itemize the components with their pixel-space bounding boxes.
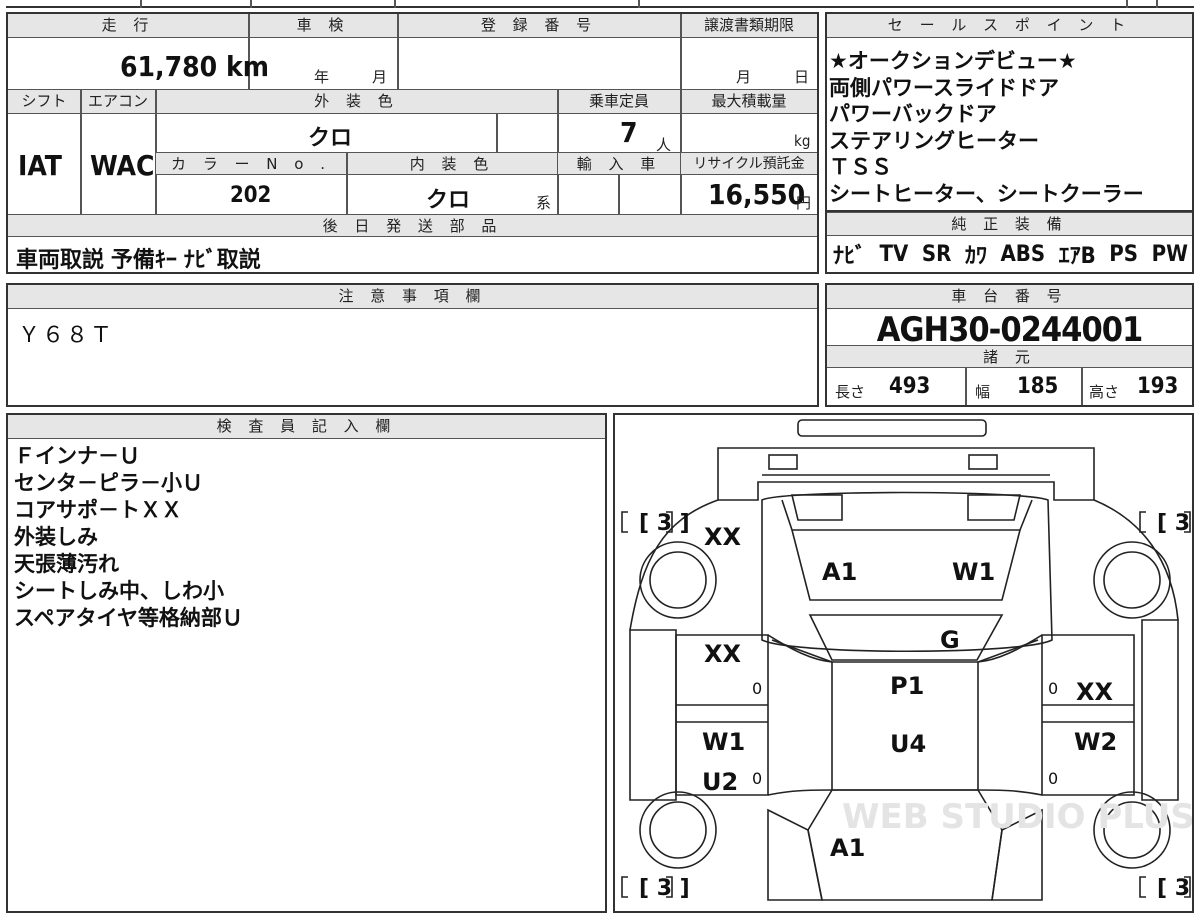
aircon-header: エアコン <box>81 90 155 114</box>
equipment-item: ｴｱB <box>1058 244 1096 269</box>
equipment-item: ﾅﾋﾞ <box>833 244 867 269</box>
max-load-header: 最大積載量 <box>681 90 817 114</box>
transfer-month-unit: 月 <box>736 68 752 86</box>
notes-text: Ｙ６８Ｔ <box>18 323 115 348</box>
registration-header: 登 録 番 号 <box>398 14 680 38</box>
equipment-item: ｶﾜ <box>964 244 987 269</box>
import-header: 輸 入 車 <box>558 153 680 175</box>
inspector-line: コアサポ－トＸＸ <box>14 498 182 522</box>
sales-point-item: 両側パワースライドドア <box>829 75 1059 100</box>
height-label: 高さ <box>1089 383 1120 401</box>
recycle-fee-unit: 円 <box>796 194 812 212</box>
vehicle-diagram-panel: WEB STUDIO PLUS [ 3 ] [ 3 ] [ 3 ] [ 3 ] … <box>613 413 1194 913</box>
vehicle-damage-diagram: WEB STUDIO PLUS [ 3 ] [ 3 ] [ 3 ] [ 3 ] … <box>621 419 1192 901</box>
equipment-list: ﾅﾋﾞ TV SR ｶﾜ ABS ｴｱB PS PW <box>833 239 1188 270</box>
inspector-lines: Ｆインナ－Ｕ センタ－ピラ－小Ｕ コアサポ－トＸＸ 外装しみ天張薄汚れシートしみ中、し… <box>14 443 599 632</box>
exterior-color-value: クロ <box>308 126 353 151</box>
color-no-header: カ ラ ー N o . <box>156 153 346 175</box>
equipment-panel: 純 正 装 備 ﾅﾋﾞ TV SR ｶﾜ ABS ｴｱB PS PW <box>825 212 1194 274</box>
notes-panel: 注 意 事 項 欄 Ｙ６８Ｔ <box>6 283 819 407</box>
shift-header: シフト <box>8 90 80 114</box>
later-parts-header: 後 日 発 送 部 品 <box>8 215 817 237</box>
equipment-item: PS <box>1109 241 1139 267</box>
length-label: 長さ <box>835 383 866 401</box>
recycle-header: リサイクル預託金 <box>681 153 817 175</box>
zero-mark: 0 <box>1048 679 1058 698</box>
color-no-value: 202 <box>230 183 272 208</box>
chassis-panel: 車 台 番 号 AGH30-0244001 諸 元 長さ 493 幅 185 高… <box>825 283 1194 407</box>
max-load-unit: kg <box>794 132 811 150</box>
chassis-number: AGH30-0244001 <box>876 310 1144 350</box>
sales-point-item: ★オークションデビュー★ <box>829 49 1077 73</box>
equipment-header: 純 正 装 備 <box>827 212 1192 236</box>
sales-point-item: ステアリングヒーター <box>829 128 1039 153</box>
damage-mark: A1 <box>822 558 857 586</box>
sales-point-item: ＴＳＳ <box>829 155 892 179</box>
recycle-fee-value: 16,550 <box>708 178 806 211</box>
damage-mark: W1 <box>952 558 995 586</box>
equipment-item: PW <box>1151 241 1188 267</box>
vehicle-info-panel: 走 行 車 検 登 録 番 号 譲渡書類期限 61,780 km 年 月 月 日… <box>6 12 819 274</box>
notes-header: 注 意 事 項 欄 <box>8 285 817 309</box>
tire-mark-rear-left: [ 3 ] <box>639 876 690 901</box>
inspector-panel: 検 査 員 記 入 欄 Ｆインナ－Ｕ センタ－ピラ－小Ｕ コアサポ－トＸＸ 外装しみ天… <box>6 413 607 913</box>
tire-mark-rear-right: [ 3 ] <box>1157 876 1192 901</box>
tire-mark-front-left: [ 3 ] <box>639 511 690 536</box>
inspector-line: 外装しみ <box>14 525 98 549</box>
damage-mark: W2 <box>1074 728 1117 756</box>
shift-value: IAT <box>18 149 62 182</box>
interior-color-suffix: 系 <box>536 194 552 212</box>
mileage-value: 61,780 km <box>120 50 269 83</box>
equipment-item: TV <box>879 241 909 267</box>
damage-mark: XX <box>1076 678 1114 706</box>
specs-header: 諸 元 <box>827 346 1192 368</box>
damage-mark: A1 <box>830 834 865 862</box>
width-value: 185 <box>1017 374 1059 399</box>
equipment-item: SR <box>921 241 952 267</box>
transfer-day-unit: 日 <box>794 68 810 86</box>
aircon-value: WAC <box>90 149 155 182</box>
sales-points-list: ★オークションデビュー★ 両側パワースライドドア パワーバックドア ステアリングヒータ… <box>829 48 1191 207</box>
mileage-header: 走 行 <box>8 14 248 38</box>
inspector-line: シートしみ中、しわ小 <box>14 579 224 603</box>
sales-points-header: セ ー ル ス ポ イ ン ト <box>827 14 1192 38</box>
damage-mark: XX <box>704 523 742 551</box>
inspector-header: 検 査 員 記 入 欄 <box>8 415 605 439</box>
damage-mark: P1 <box>890 672 924 700</box>
width-label: 幅 <box>975 383 991 401</box>
later-parts-value: 車両取説 予備ｷｰ ﾅﾋﾞ取説 <box>16 248 261 273</box>
sales-point-item: シートヒーター、シートクーラー <box>829 181 1144 206</box>
zero-mark: 0 <box>752 679 762 698</box>
exterior-color-header: 外 装 色 <box>156 90 557 114</box>
damage-mark: XX <box>704 640 742 668</box>
damage-mark: U2 <box>702 768 738 796</box>
inspector-line: スペアタイヤ等格納部Ｕ <box>14 606 243 630</box>
length-value: 493 <box>889 374 931 399</box>
damage-mark: W1 <box>702 728 745 756</box>
height-value: 193 <box>1137 374 1179 399</box>
sales-points-panel: セ ー ル ス ポ イ ン ト ★オークションデビュー★ 両側パワースライドドアパ… <box>825 12 1194 212</box>
shaken-header: 車 検 <box>249 14 397 38</box>
sales-point-item: パワーバックドア <box>829 102 997 126</box>
inspector-line: Ｆインナ－Ｕ <box>14 444 140 468</box>
zero-mark: 0 <box>1048 769 1058 788</box>
capacity-value: 7 <box>620 116 638 149</box>
capacity-header: 乗車定員 <box>558 90 680 114</box>
chassis-header: 車 台 番 号 <box>827 285 1192 309</box>
damage-mark: U4 <box>890 730 926 758</box>
inspector-line: センタ－ピラ－小Ｕ <box>14 471 203 495</box>
shaken-month-unit: 月 <box>372 68 388 86</box>
interior-color-header: 内 装 色 <box>347 153 557 175</box>
equipment-item: ABS <box>1000 241 1046 267</box>
top-cropped-row <box>6 0 1194 8</box>
zero-mark: 0 <box>752 769 762 788</box>
interior-color-value: クロ <box>426 188 471 213</box>
inspector-line: 天張薄汚れ <box>14 552 119 576</box>
watermark-text: WEB STUDIO PLUS <box>842 797 1192 837</box>
tire-mark-front-right: [ 3 ] <box>1157 511 1192 536</box>
transfer-deadline-header: 譲渡書類期限 <box>681 14 817 38</box>
damage-mark: G <box>940 626 960 654</box>
shaken-year-unit: 年 <box>314 68 330 86</box>
